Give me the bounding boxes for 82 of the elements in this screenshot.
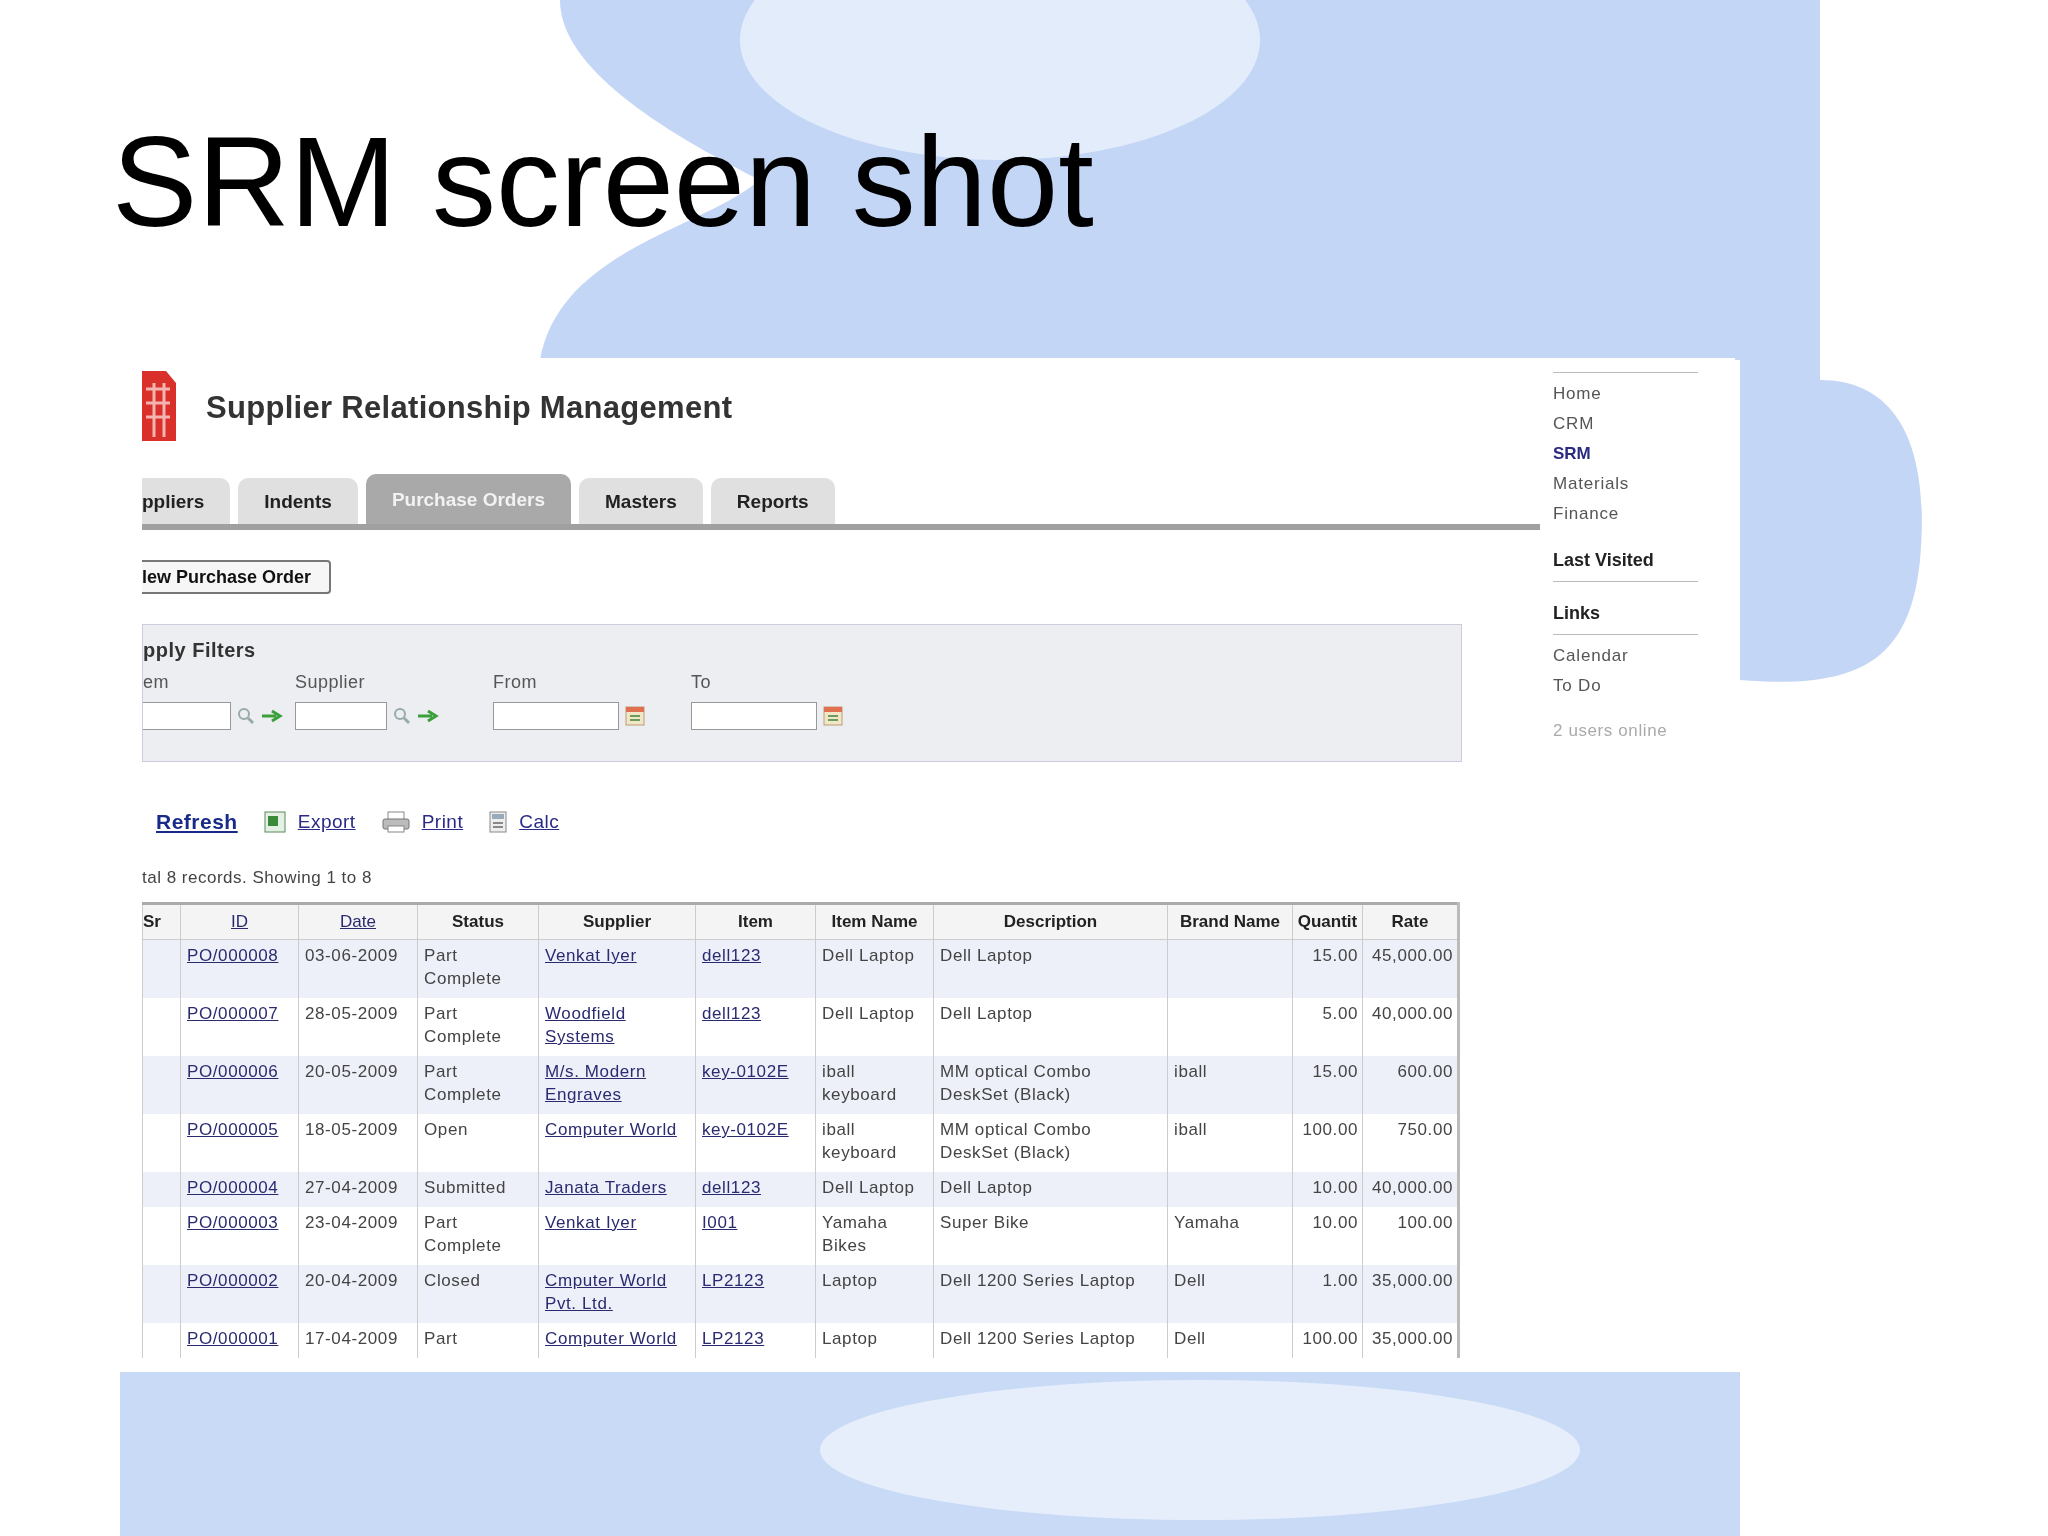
calendar-icon[interactable] [625,706,645,726]
order-id-link[interactable]: PO/000006 [187,1060,279,1083]
order-id-link[interactable]: PO/000002 [187,1269,279,1292]
table-cell: Dell 1200 Series Laptop [933,1323,1168,1358]
calculator-icon[interactable] [489,811,508,833]
table-cell: Dell [1167,1323,1293,1358]
column-header: Rate [1362,903,1459,940]
arrow-icon[interactable] [261,709,283,723]
item-link[interactable]: I001 [702,1211,738,1234]
tab[interactable]: Indents [238,478,358,524]
nav-link[interactable]: Finance [1553,499,1703,529]
filter-label: To [691,672,712,694]
filter-field[interactable] [691,702,817,730]
column-header[interactable]: Date [298,903,418,940]
order-id-link[interactable]: PO/000001 [187,1327,279,1350]
column-header[interactable]: ID [180,903,299,940]
new-purchase-order-button[interactable]: lew Purchase Order [142,560,332,594]
section-heading: Last Visited [1553,549,1655,572]
filter-label: From [493,672,538,694]
supplier-link[interactable]: Computer World [545,1118,677,1141]
tab[interactable]: ppliers [142,478,231,524]
calendar-icon[interactable] [823,706,843,726]
search-icon[interactable] [393,707,411,725]
column-header: Item [695,903,816,940]
filter-label: Supplier [295,672,367,694]
sidebar-link[interactable]: Calendar [1553,641,1703,671]
filter-field[interactable] [493,702,619,730]
table-cell: 35,000.00 [1362,1323,1459,1358]
supplier-link[interactable]: Janata Traders [545,1176,667,1199]
supplier-link[interactable]: Woodfield Systems [545,1002,689,1048]
item-link[interactable]: dell123 [702,1002,762,1025]
tab[interactable]: Masters [579,478,703,524]
filter-field[interactable] [143,702,231,730]
sidebar-link[interactable]: To Do [1553,671,1703,701]
nav-link[interactable]: Home [1553,379,1703,409]
item-link[interactable]: LP2123 [702,1269,765,1292]
column-header: Status [417,903,539,940]
search-icon[interactable] [237,707,255,725]
toolbar-link[interactable]: Export [297,811,356,833]
users-online: 2 users online [1553,721,1669,741]
filter-label: em [143,672,170,694]
item-link[interactable]: key-0102E [702,1060,789,1083]
toolbar-link[interactable]: Calc [519,811,560,833]
order-id-link[interactable]: PO/000008 [187,944,279,967]
table-cell: 100.00 [1292,1323,1363,1358]
order-id-link[interactable]: PO/000005 [187,1118,279,1141]
supplier-link[interactable]: Venkat Iyer [545,944,637,967]
printer-icon[interactable] [381,811,410,833]
order-id-link[interactable]: PO/000004 [187,1176,279,1199]
section-heading: Links [1553,602,1601,625]
spreadsheet-icon[interactable] [263,811,286,833]
slide-title: SRM screen shot [111,109,1095,240]
nav-link[interactable]: SRM [1553,439,1703,469]
supplier-link[interactable]: Cmputer World Pvt. Ltd. [545,1269,689,1315]
filter-title: pply Filters [143,639,257,662]
supplier-link[interactable]: Venkat Iyer [545,1211,637,1234]
item-link[interactable]: dell123 [702,1176,762,1199]
record-count: tal 8 records. Showing 1 to 8 [142,868,373,889]
item-link[interactable]: LP2123 [702,1327,765,1350]
app-title: Supplier Relationship Management [206,390,733,426]
filter-field[interactable] [295,702,387,730]
column-header: Quantit [1292,903,1363,940]
column-header: Description [933,903,1168,940]
nav-link[interactable]: CRM [1553,409,1703,439]
toolbar-link[interactable]: Print [421,811,464,833]
table-cell: Laptop [815,1323,934,1358]
column-header: Brand Name [1167,903,1293,940]
order-id-link[interactable]: PO/000007 [187,1002,279,1025]
tab[interactable]: Reports [710,478,835,524]
table-cell: Part [417,1323,539,1358]
supplier-link[interactable]: Computer World [545,1327,677,1350]
supplier-link[interactable]: M/s. Modern Engraves [545,1060,689,1106]
order-id-link[interactable]: PO/000003 [187,1211,279,1234]
nav-link[interactable]: Materials [1553,469,1703,499]
arrow-icon[interactable] [417,709,439,723]
column-header: Supplier [538,903,696,940]
column-header: Item Name [815,903,934,940]
column-header: Sr [142,903,181,940]
table-cell: 17-04-2009 [298,1323,418,1358]
item-link[interactable]: dell123 [702,944,762,967]
item-link[interactable]: key-0102E [702,1118,789,1141]
toolbar-link[interactable]: Refresh [156,810,238,834]
